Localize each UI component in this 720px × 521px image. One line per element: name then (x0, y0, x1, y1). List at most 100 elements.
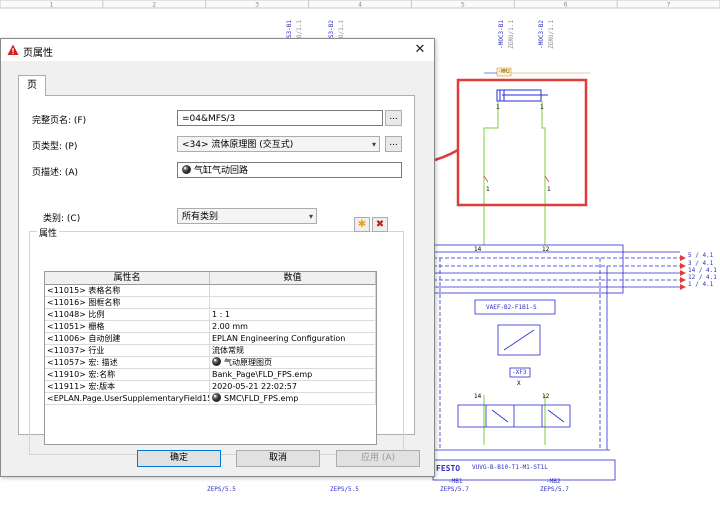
dialog-title: 页属性 (23, 48, 53, 59)
page-description-label: 页描述: (A) (32, 168, 79, 178)
ruler-label: 2 (152, 2, 156, 9)
terminal-x: X (517, 380, 521, 387)
port-number: 1 (540, 104, 544, 111)
globe-icon (182, 165, 191, 174)
cancel-button[interactable]: 取消 (236, 450, 320, 467)
dialog-titlebar[interactable]: 页属性 ✕ (1, 39, 434, 61)
property-name-cell: <EPLAN.Page.UserSupplementaryField15... (45, 393, 210, 405)
page-type-browse-button[interactable]: ... (385, 136, 402, 152)
property-value-cell[interactable]: 2.00 mm (210, 321, 376, 333)
property-value: 1 : 1 (212, 310, 230, 319)
property-name-cell: <11910> 宏:名称 (45, 369, 210, 381)
full-page-name-browse-button[interactable]: ... (385, 110, 402, 126)
cross-ref: 5 / 4.1 (688, 252, 714, 259)
apply-button[interactable]: 应用 (A) (336, 450, 420, 467)
bottom-ref: ZEPS/5.5 (330, 486, 359, 493)
warning-icon (7, 44, 19, 55)
port-number: 1 (496, 104, 500, 111)
restrictor-marks (483, 175, 550, 183)
property-value: SMC\FLD_FPS.emp (224, 394, 299, 403)
property-value-cell[interactable] (210, 285, 376, 297)
category-label: 类别: (C) (43, 214, 81, 224)
table-row[interactable]: <11037> 行业 流体常规 (45, 345, 376, 357)
close-button[interactable]: ✕ (410, 41, 430, 59)
page-properties-dialog: 页属性 ✕ 页 完整页名: (F) =04&MFS/3 ... 页类型: (P)… (0, 38, 435, 477)
ruler-label: 6 (564, 2, 568, 9)
device-tag-sub: ZERO/1.1 (508, 20, 515, 49)
table-row[interactable]: <11016> 图框名称 (45, 297, 376, 309)
property-value-cell[interactable]: 2020-05-21 22:02:57 (210, 381, 376, 393)
pneumatic-cylinder (496, 89, 548, 102)
cross-ref: 14 / 4.1 (688, 267, 717, 274)
page-type-label: 页类型: (P) (32, 142, 78, 152)
cross-ref: 1 / 4.1 (688, 281, 714, 288)
column-header-name[interactable]: 属性名 (45, 272, 210, 285)
cylinder-tag: -MM2 (498, 69, 511, 75)
port-number: 1 (486, 186, 490, 193)
table-row[interactable]: <11057> 宏: 描述 气动原理图页 (45, 357, 376, 369)
column-header-value[interactable]: 数值 (210, 272, 376, 285)
port-number: 12 (542, 393, 550, 400)
category-select[interactable]: 所有类别 ▾ (177, 208, 317, 224)
bottom-ref: ZEPS/5.7 (440, 486, 469, 493)
property-name-cell: <11051> 栅格 (45, 321, 210, 333)
valve-model: VUVG-B-B10-T1-M1-ST1L (472, 464, 548, 471)
port-number: 12 (542, 246, 550, 253)
property-name-cell: <11048> 比例 (45, 309, 210, 321)
device-tag-sub: ZERO/1.1 (548, 20, 555, 49)
chevron-down-icon: ▾ (308, 212, 313, 221)
property-value-cell[interactable] (210, 297, 376, 309)
ruler-label: 4 (358, 2, 362, 9)
cross-ref: 12 / 4.1 (688, 274, 717, 281)
ruler-label: 3 (255, 2, 259, 9)
festo-logo-text: FESTO (436, 464, 461, 473)
cross-ref: 3 / 4.1 (688, 260, 714, 267)
new-property-button[interactable]: ✱ (354, 217, 370, 232)
property-name-cell: <11006> 自动创建 (45, 333, 210, 345)
ok-button[interactable]: 确定 (137, 450, 221, 467)
properties-table: 属性名 数值 <11015> 表格名称 <11016> 图框名称 <11048> 比… (44, 271, 377, 445)
ruler-label: 1 (50, 2, 54, 9)
port-number: 1 (547, 186, 551, 193)
property-value-cell[interactable]: EPLAN Engineering Configuration (210, 333, 376, 345)
solenoid-tag-mb1: -MB1 (448, 478, 463, 485)
page-description-field[interactable]: 气缸气动回路 (177, 162, 402, 178)
property-value-cell[interactable]: SMC\FLD_FPS.emp (210, 393, 376, 405)
property-name-cell: <11057> 宏: 描述 (45, 357, 210, 369)
globe-icon (212, 357, 221, 366)
property-value-cell[interactable]: Bank_Page\FLD_FPS.emp (210, 369, 376, 381)
property-value: 气动原理图页 (224, 358, 272, 367)
highlight-frame (456, 78, 588, 207)
terminal-tag: -XF3 (512, 369, 527, 376)
property-value-cell[interactable]: 流体常规 (210, 345, 376, 357)
tab-page[interactable]: 页 (18, 75, 46, 96)
table-row[interactable]: <11910> 宏:名称 Bank_Page\FLD_FPS.emp (45, 369, 376, 381)
output-arrows (680, 255, 686, 290)
properties-group-title: 属性 (37, 226, 60, 239)
table-row[interactable]: <11048> 比例 1 : 1 (45, 309, 376, 321)
page-description-value: 气缸气动回路 (194, 166, 249, 176)
table-row[interactable]: <EPLAN.Page.UserSupplementaryField15... S… (45, 393, 376, 405)
property-name-cell: <11037> 行业 (45, 345, 210, 357)
property-value-cell[interactable]: 1 : 1 (210, 309, 376, 321)
ruler-label: 7 (667, 2, 671, 9)
solenoid-tag-mb2: -MB2 (546, 478, 561, 485)
table-row[interactable]: <11006> 自动创建 EPLAN Engineering Configurat… (45, 333, 376, 345)
table-row[interactable]: <11051> 栅格 2.00 mm (45, 321, 376, 333)
full-page-name-label: 完整页名: (F) (32, 116, 87, 126)
property-name-cell: <11015> 表格名称 (45, 285, 210, 297)
delete-property-button[interactable]: ✖ (372, 217, 388, 232)
property-value-cell[interactable]: 气动原理图页 (210, 357, 376, 369)
property-value: Bank_Page\FLD_FPS.emp (212, 370, 313, 379)
table-row[interactable]: <11015> 表格名称 (45, 285, 376, 297)
device-tag-moc3-b1: -MOC3-B1 (498, 20, 505, 49)
category-value: 所有类别 (182, 212, 219, 222)
page-type-value: <34> 流体原理图 (交互式) (182, 140, 294, 150)
table-row[interactable]: <11911> 宏:版本 2020-05-21 22:02:57 (45, 381, 376, 393)
property-value: 2.00 mm (212, 322, 248, 331)
chevron-down-icon: ▾ (371, 140, 376, 149)
globe-icon (212, 393, 221, 402)
port-number: 14 (474, 393, 482, 400)
page-type-select[interactable]: <34> 流体原理图 (交互式) ▾ (177, 136, 380, 152)
full-page-name-field[interactable]: =04&MFS/3 (177, 110, 383, 126)
